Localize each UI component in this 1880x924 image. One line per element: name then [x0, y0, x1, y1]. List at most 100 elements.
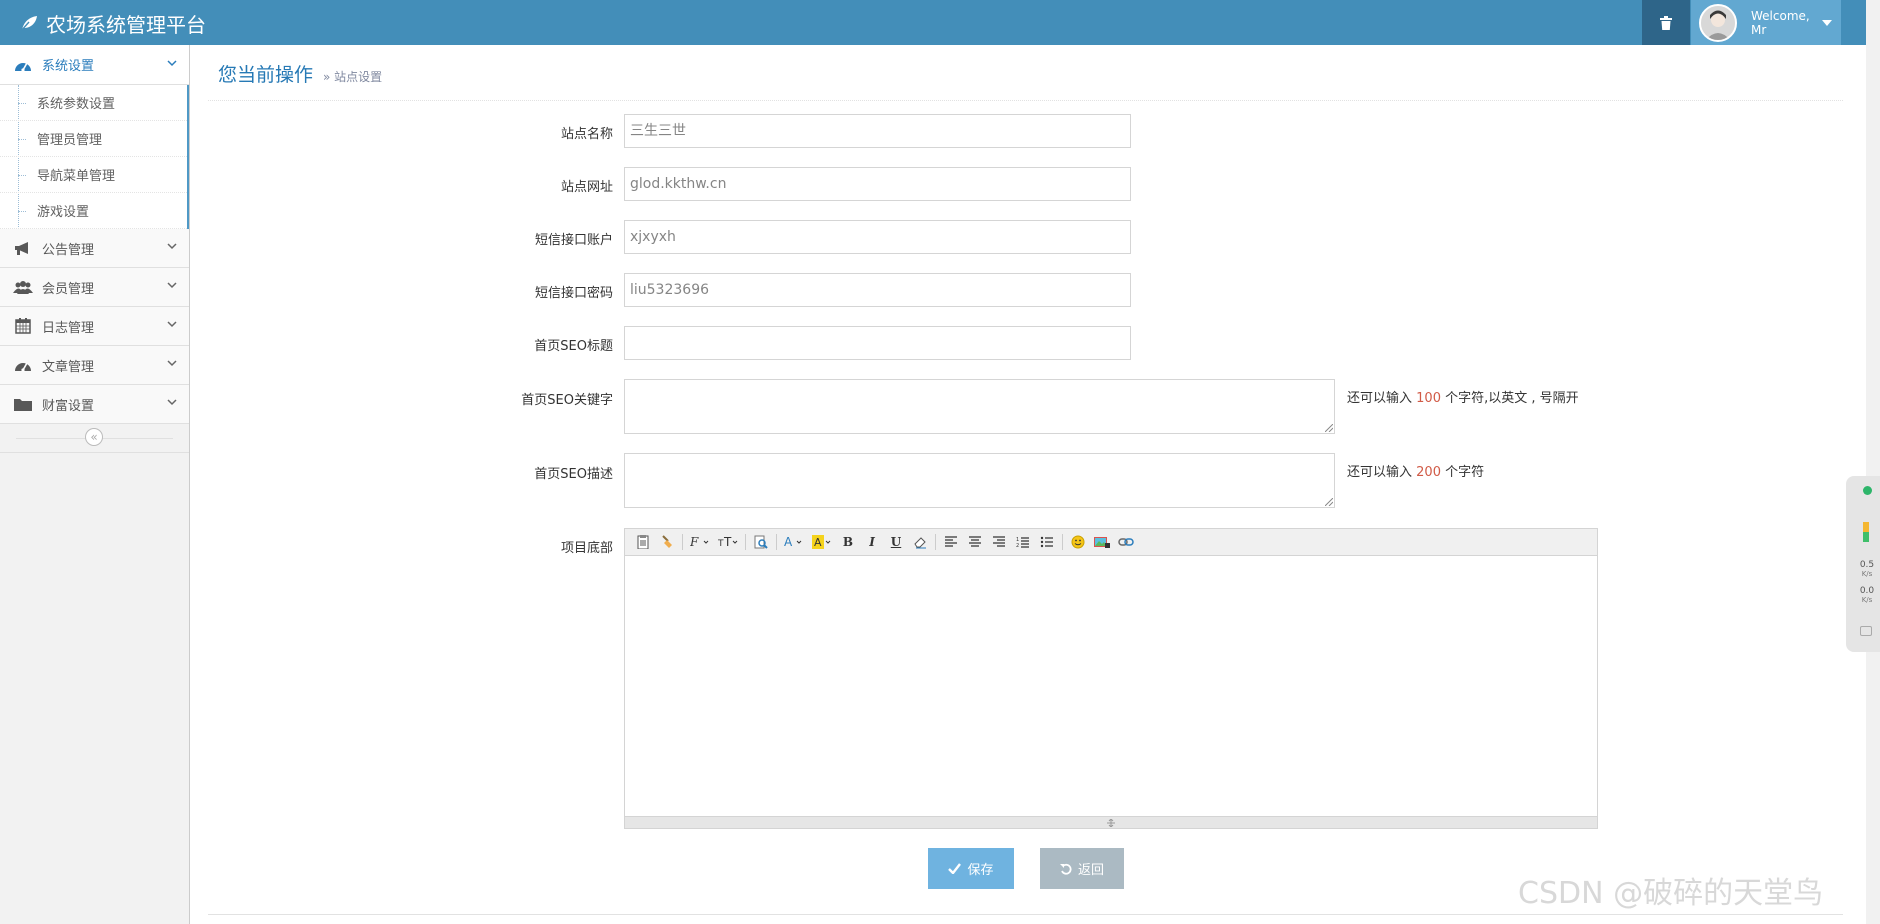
seo-desc-label: 首页SEO描述: [534, 467, 613, 482]
seo-title-input[interactable]: [624, 326, 1131, 360]
user-name: Mr: [1751, 22, 1767, 37]
svg-text:2: 2: [1016, 543, 1019, 548]
insert-image-icon[interactable]: [1092, 532, 1112, 552]
dashboard-icon: [12, 358, 34, 372]
font-family-icon[interactable]: F: [688, 532, 712, 552]
chevron-down-icon: [167, 360, 177, 367]
site-url-input[interactable]: glod.kkthw.cn: [624, 167, 1131, 201]
sidebar-group-members[interactable]: 会员管理: [0, 268, 189, 307]
breadcrumb: 您当前操作 » 站点设置: [218, 60, 382, 87]
seo-desc-textarea[interactable]: [624, 453, 1335, 508]
link-icon[interactable]: [1116, 532, 1136, 552]
seo-desc-hint: 还可以输入 200 个字符: [1347, 461, 1484, 480]
toolbar-separator: [1062, 534, 1063, 550]
leaf-icon: [20, 16, 37, 31]
sms-password-input[interactable]: liu5323696: [624, 273, 1131, 307]
preview-icon[interactable]: [751, 532, 771, 552]
upload-speed-value: 0.5: [1859, 560, 1875, 570]
align-left-icon[interactable]: [941, 532, 961, 552]
sidebar-item-system-params[interactable]: 系统参数设置: [0, 85, 187, 121]
breadcrumb-current: » 站点设置: [323, 70, 383, 84]
sidebar-group-logs[interactable]: 日志管理: [0, 307, 189, 346]
sidebar-group-label: 会员管理: [42, 281, 95, 297]
toolbar-separator: [935, 534, 936, 550]
sms-account-input[interactable]: xjxyxh: [624, 220, 1131, 254]
highlight-color-icon[interactable]: A: [810, 532, 834, 552]
footer-rich-text-editor: F TT A A B I U 12: [624, 528, 1598, 829]
site-name-label: 站点名称: [560, 127, 613, 142]
sidebar-group-label: 公告管理: [42, 242, 95, 258]
hint-count: 200: [1416, 465, 1441, 480]
double-chevron-left-icon: «: [90, 430, 98, 444]
sidebar-group-system-settings[interactable]: 系统设置: [0, 45, 189, 85]
sidebar-item-label: 游戏设置: [37, 205, 90, 220]
upload-speed-unit: K/s: [1861, 570, 1873, 578]
network-speed-widget[interactable]: 0.5 K/s 0.0 K/s: [1846, 476, 1880, 652]
collapse-sidebar-button[interactable]: «: [85, 428, 103, 446]
editor-statusbar: [625, 816, 1597, 828]
sidebar-item-admin-management[interactable]: 管理员管理: [0, 121, 187, 157]
caret-down-icon: [1821, 19, 1832, 26]
users-icon: [12, 280, 34, 294]
top-navbar: 农场系统管理平台 Welcome, Mr: [0, 0, 1880, 45]
align-right-icon[interactable]: [989, 532, 1009, 552]
underline-icon[interactable]: U: [886, 532, 906, 552]
back-button[interactable]: 返回: [1040, 848, 1124, 889]
resize-handle-icon[interactable]: [1104, 818, 1118, 827]
bold-icon[interactable]: B: [838, 532, 858, 552]
sidebar-group-articles[interactable]: 文章管理: [0, 346, 189, 385]
chevron-down-icon: [167, 59, 177, 66]
resize-handle-icon[interactable]: [1325, 424, 1333, 432]
paste-icon[interactable]: [633, 532, 653, 552]
sidebar-group-wealth[interactable]: 财富设置: [0, 385, 189, 424]
seo-keywords-hint: 还可以输入 100 个字符,以英文 , 号隔开: [1347, 387, 1579, 406]
sidebar-group-announcements[interactable]: 公告管理: [0, 229, 189, 268]
seo-keywords-label: 首页SEO关键字: [521, 393, 613, 408]
welcome-text: Welcome,: [1751, 8, 1810, 23]
sidebar-group-label: 日志管理: [42, 320, 95, 336]
save-button[interactable]: 保存: [928, 848, 1014, 889]
page-scrollbar[interactable]: [1866, 0, 1880, 924]
sidebar-item-label: 管理员管理: [37, 133, 103, 148]
toolbar-separator: [776, 534, 777, 550]
editor-content-area[interactable]: [625, 556, 1597, 817]
user-menu[interactable]: Welcome, Mr: [1691, 0, 1841, 45]
svg-text:A: A: [784, 535, 793, 549]
sidebar-item-game-settings[interactable]: 游戏设置: [0, 193, 187, 229]
sidebar-item-nav-menu[interactable]: 导航菜单管理: [0, 157, 187, 193]
clear-format-brush-icon[interactable]: [657, 532, 677, 552]
user-info: Welcome, Mr: [1751, 9, 1810, 37]
folder-icon: [12, 397, 34, 411]
resize-handle-icon[interactable]: [1325, 498, 1333, 506]
font-color-icon[interactable]: A: [782, 532, 806, 552]
brand[interactable]: 农场系统管理平台: [20, 8, 206, 38]
ordered-list-icon[interactable]: 12: [1013, 532, 1033, 552]
status-dot: [1863, 486, 1872, 495]
seo-keywords-textarea[interactable]: [624, 379, 1335, 434]
chevron-down-icon: [167, 399, 177, 406]
app-title: 农场系统管理平台: [46, 12, 206, 37]
sidebar: 系统设置 系统参数设置 管理员管理 导航菜单管理 游戏设置 公告管理 会员管理 …: [0, 45, 190, 924]
divider: [208, 100, 1843, 101]
user-avatar-icon: [1701, 5, 1735, 40]
sidebar-item-label: 导航菜单管理: [37, 169, 116, 184]
check-icon: [948, 863, 962, 874]
calendar-icon: [12, 318, 34, 334]
unordered-list-icon[interactable]: [1037, 532, 1057, 552]
svg-text:T: T: [723, 535, 732, 549]
camera-icon: [1860, 626, 1872, 636]
chevron-down-icon: [167, 282, 177, 289]
site-url-label: 站点网址: [560, 180, 613, 195]
align-center-icon[interactable]: [965, 532, 985, 552]
site-name-input[interactable]: 三生三世: [624, 114, 1131, 148]
eraser-icon[interactable]: [910, 532, 930, 552]
sms-account-label: 短信接口账户: [534, 233, 613, 248]
italic-icon[interactable]: I: [862, 532, 882, 552]
chevron-down-icon: [167, 321, 177, 328]
trash-icon: [1660, 15, 1672, 30]
trash-button[interactable]: [1642, 0, 1690, 45]
font-size-icon[interactable]: TT: [716, 532, 740, 552]
hint-text: 还可以输入: [1347, 465, 1413, 480]
emoticon-icon[interactable]: [1068, 532, 1088, 552]
sidebar-item-label: 系统参数设置: [37, 97, 116, 112]
